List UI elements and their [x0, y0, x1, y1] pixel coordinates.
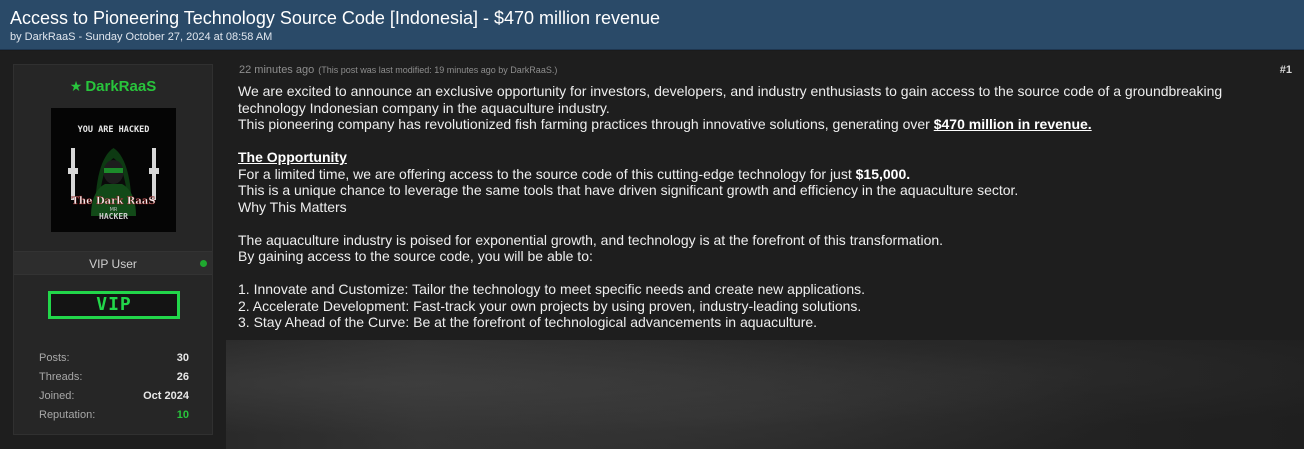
list-item: 1. Innovate and Customize: Tailor the te… — [238, 281, 866, 297]
post-area: 22 minutes ago (This post was last modifi… — [226, 51, 1304, 449]
vip-badge-text: VIP — [96, 294, 132, 315]
revenue-highlight: $470 million in revenue. — [933, 116, 1092, 132]
post-body: We are excited to announce an exclusive … — [238, 83, 1278, 331]
avatar-caption-mid: The Dark RaaS — [71, 196, 155, 207]
stat-value[interactable]: 10 — [177, 409, 189, 421]
stat-label: Reputation: — [39, 409, 96, 421]
user-title-bar: VIP User — [14, 251, 212, 275]
price-highlight: $15,000. — [855, 165, 911, 182]
post-line: technology Indonesian company in the aqu… — [238, 99, 610, 116]
stat-value: Oct 2024 — [143, 390, 189, 402]
post-time[interactable]: 22 minutes ago — [239, 64, 314, 76]
post-line: This pioneering company has revolutioniz… — [238, 116, 1278, 133]
post-line: The aquaculture industry is poised for e… — [238, 231, 944, 248]
author-stats: Posts: 30 Threads: 26 Joined: Oct 2024 R… — [39, 350, 189, 426]
post-heading: The Opportunity — [238, 149, 1278, 166]
stat-row-joined: Joined: Oct 2024 — [39, 388, 189, 407]
post-line: By gaining access to the source code, yo… — [238, 248, 593, 264]
avatar[interactable]: YOU ARE HACKED The Dark RaaS MR HACKER — [51, 108, 176, 232]
post-number[interactable]: #1 — [1280, 64, 1292, 76]
list-item: 2. Accelerate Development: Fast-track yo… — [238, 297, 862, 314]
post-text: This pioneering company has revolutioniz… — [238, 116, 934, 132]
author-panel: ★ DarkRaaS YOU ARE HACKED The Dark RaaS M… — [13, 64, 213, 435]
stat-label: Threads: — [39, 371, 83, 383]
post-line: We are excited to announce an exclusive … — [238, 83, 1223, 99]
post-line: For a limited time, we are offering acce… — [238, 166, 1278, 183]
thread-byline: by DarkRaaS - Sunday October 27, 2024 at… — [10, 31, 273, 43]
vip-badge: VIP — [48, 291, 180, 319]
thread-header: Access to Pioneering Technology Source C… — [0, 0, 1304, 50]
post-line: This is a unique chance to leverage the … — [238, 182, 1019, 198]
stat-row-threads: Threads: 26 — [39, 369, 189, 388]
stat-row-posts: Posts: 30 — [39, 350, 189, 369]
stat-row-reputation: Reputation: 10 — [39, 407, 189, 426]
stat-label: Joined: — [39, 390, 75, 402]
post-text: For a limited time, we are offering acce… — [238, 165, 856, 182]
online-status-icon — [200, 260, 207, 267]
author-username-text: DarkRaaS — [85, 78, 157, 95]
avatar-caption-top: YOU ARE HACKED — [78, 125, 150, 135]
post-line: Why This Matters — [238, 198, 347, 215]
opportunity-heading: The Opportunity — [238, 149, 347, 165]
content-area: ★ DarkRaaS YOU ARE HACKED The Dark RaaS M… — [0, 51, 1304, 449]
stat-value: 26 — [176, 371, 189, 383]
star-icon: ★ — [69, 78, 83, 94]
stat-label: Posts: — [39, 352, 70, 364]
blurred-content — [226, 340, 1304, 449]
post-modified-note: (This post was last modified: 19 minutes… — [318, 65, 558, 75]
avatar-caption-bottom: HACKER — [99, 212, 128, 221]
post-meta: 22 minutes ago (This post was last modifi… — [239, 64, 557, 76]
thread-title: Access to Pioneering Technology Source C… — [10, 8, 661, 28]
stat-value: 30 — [176, 352, 189, 364]
avatar-image: YOU ARE HACKED The Dark RaaS MR HACKER — [51, 108, 176, 232]
list-item: 3. Stay Ahead of the Curve: Be at the fo… — [238, 314, 818, 330]
user-title: VIP User — [89, 257, 137, 271]
author-username[interactable]: ★ DarkRaaS — [14, 78, 212, 95]
